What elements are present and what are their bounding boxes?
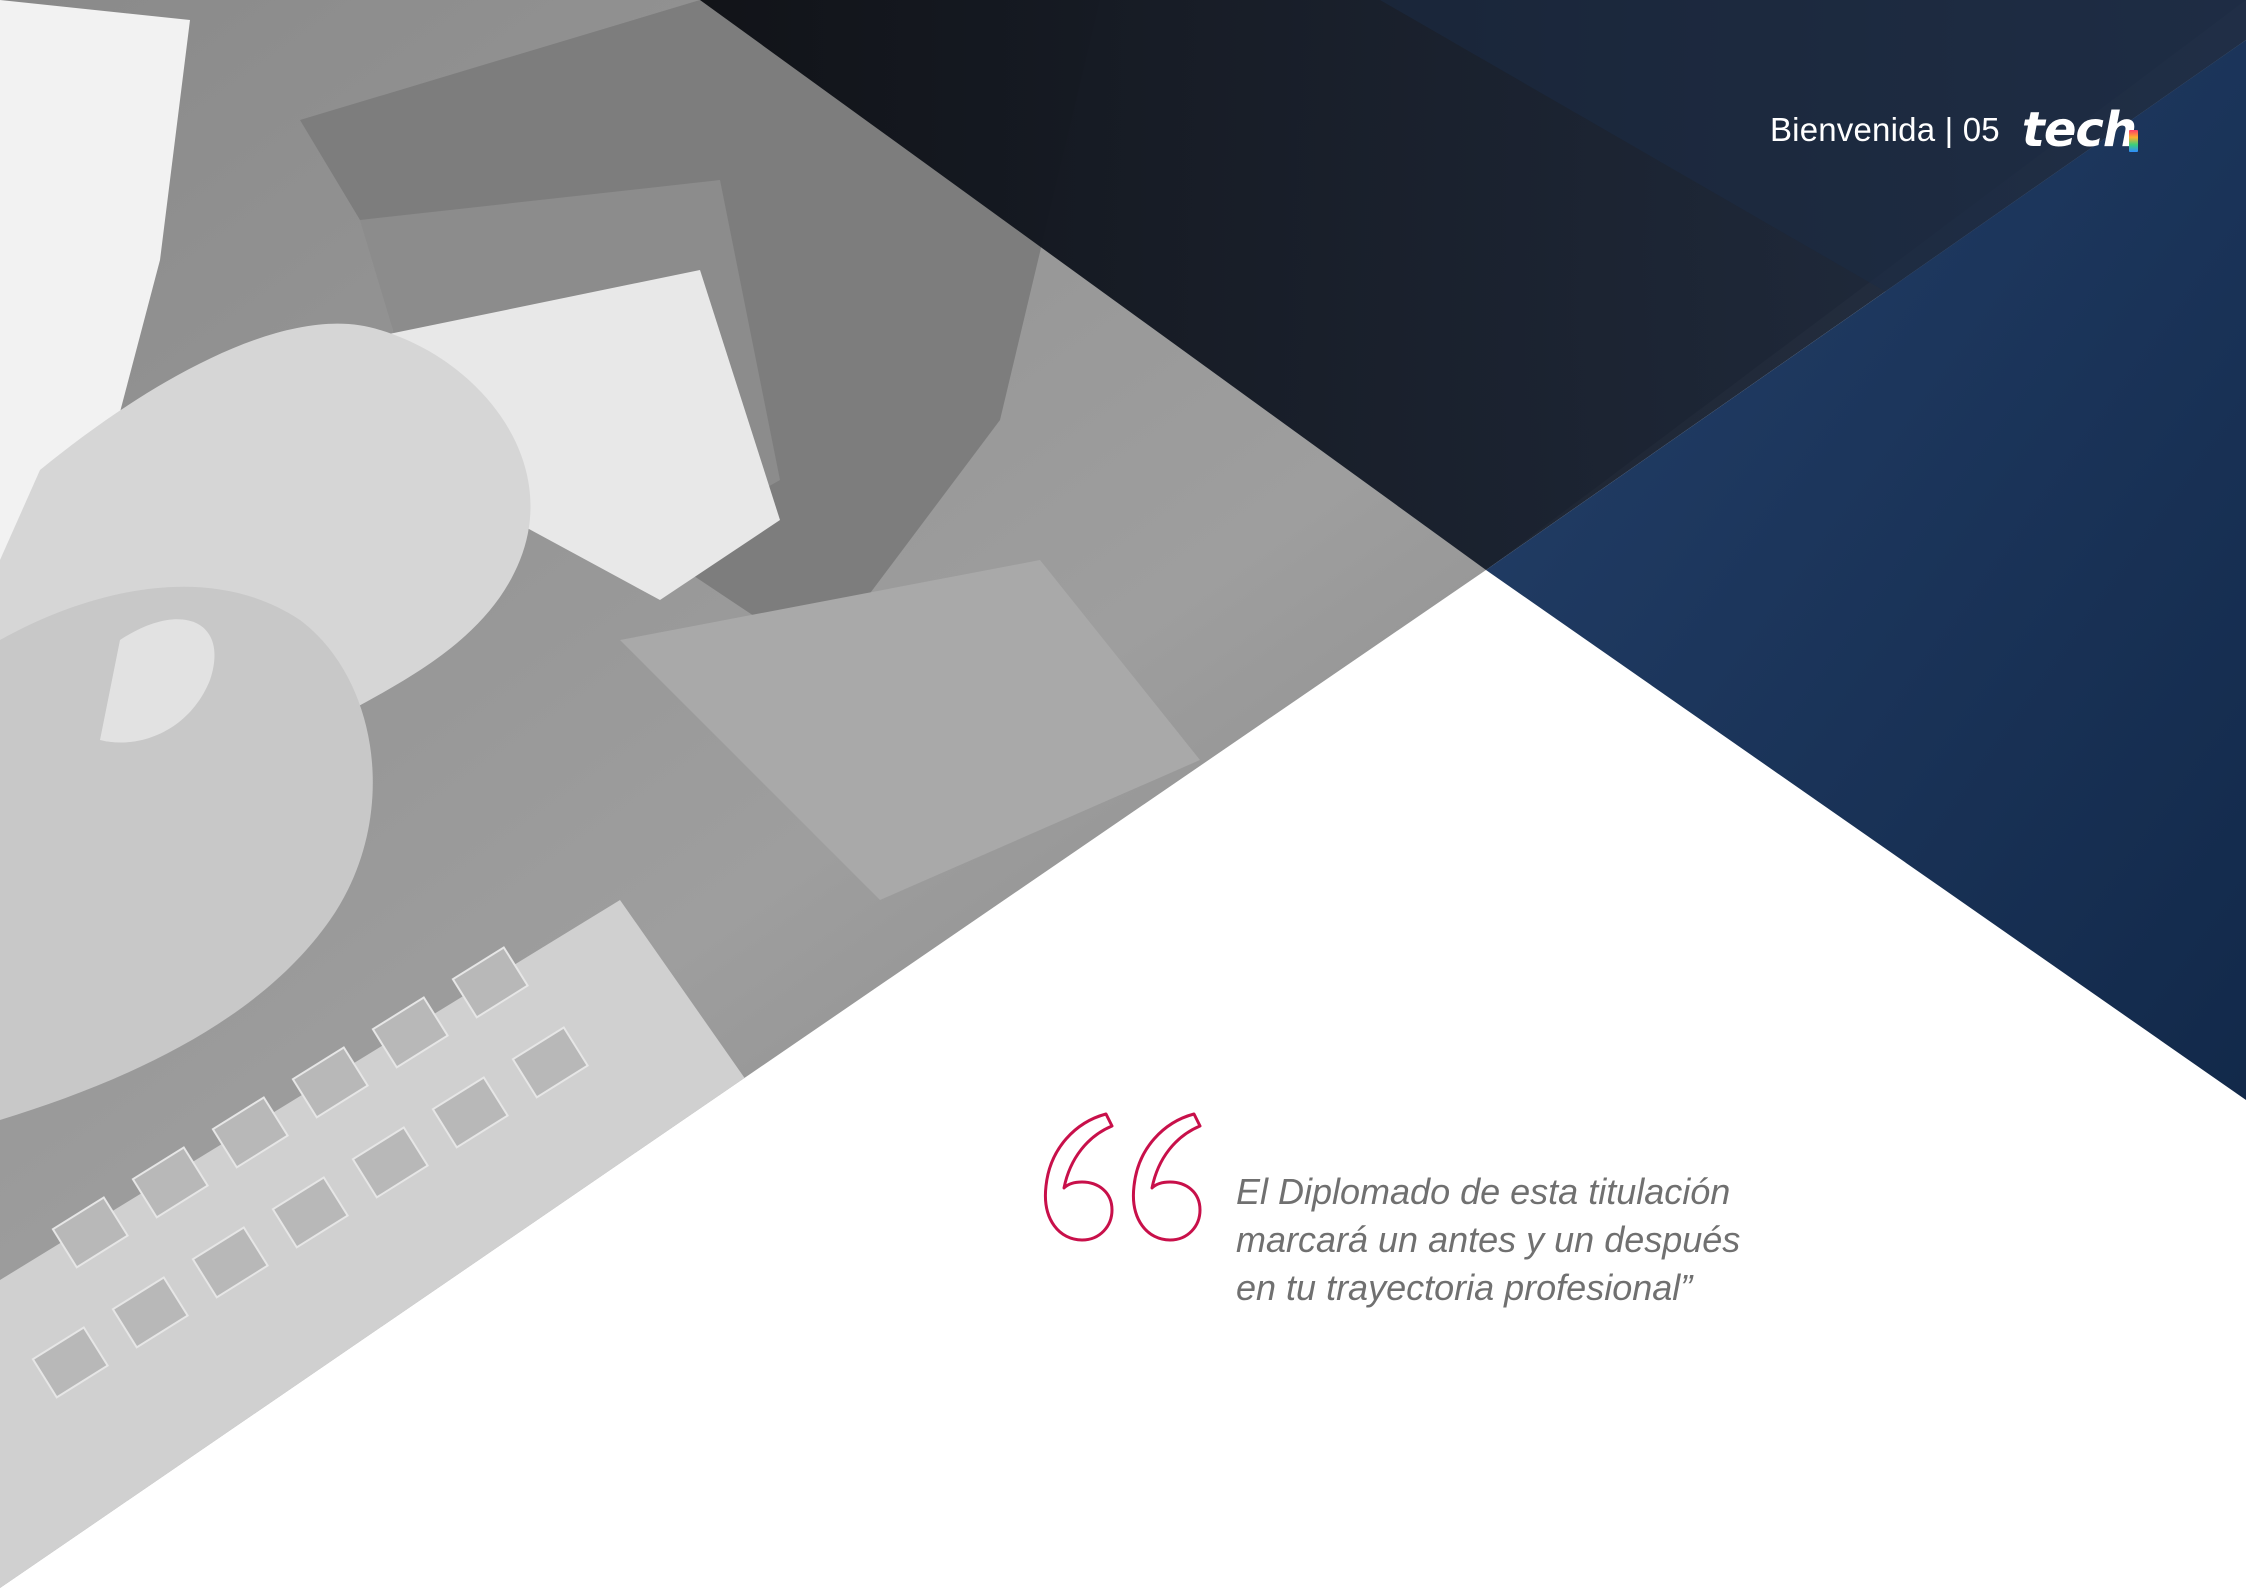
quote-line: en tu trayectoria profesional” — [1236, 1267, 1693, 1308]
opening-quote-icon — [1043, 1112, 1202, 1242]
quote-line: El Diplomado de esta titulación — [1236, 1171, 1731, 1212]
tech-logo: tech — [2022, 106, 2138, 154]
testimonial-quote: El Diplomado de esta titulación marcará … — [1236, 1168, 1796, 1312]
quote-line: marcará un antes y un después — [1236, 1219, 1741, 1260]
brochure-page: Bienvenida | 05 tech El Diplomado de est… — [0, 0, 2246, 1588]
section-label: Bienvenida | 05 — [1769, 111, 2000, 148]
page-header: Bienvenida | 05 tech — [1769, 106, 2138, 154]
background-photo-graphic — [0, 0, 2246, 1588]
logo-text: tech — [2021, 102, 2137, 158]
logo-accent-bar — [2129, 130, 2138, 152]
